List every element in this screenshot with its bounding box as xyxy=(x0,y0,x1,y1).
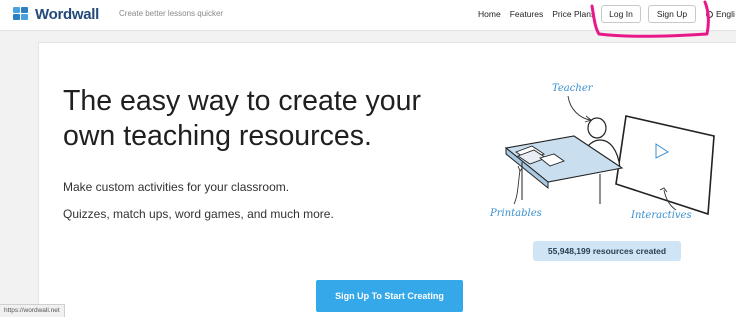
resources-created-badge: 55,948,199 resources created xyxy=(533,241,681,261)
logo-text: Wordwall xyxy=(35,6,99,23)
language-label: Engli xyxy=(716,9,735,19)
screen-icon xyxy=(615,115,715,216)
main-nav: Home Features Price Plans xyxy=(478,9,595,19)
signup-cta-button[interactable]: Sign Up To Start Creating xyxy=(316,280,463,312)
logo-icon xyxy=(13,7,31,22)
nav-home-link[interactable]: Home xyxy=(478,9,501,19)
printables-label: Printables xyxy=(489,208,542,219)
wordwall-logo[interactable]: Wordwall xyxy=(13,6,99,23)
status-bar-url: https://wordwall.net xyxy=(0,304,65,317)
hero-subtext-1: Make custom activities for your classroo… xyxy=(63,180,290,194)
teacher-label: Teacher xyxy=(552,83,594,94)
hero-illustration: Teacher Printables Interactives xyxy=(489,83,715,221)
tagline: Create better lessons quicker xyxy=(119,9,224,18)
nav-features-link[interactable]: Features xyxy=(510,9,544,19)
interactives-label: Interactives xyxy=(630,210,692,221)
hero-headline: The easy way to create your own teaching… xyxy=(63,85,422,152)
hero-subtext-2: Quizzes, match ups, word games, and much… xyxy=(63,207,334,221)
highlight-annotation xyxy=(590,0,710,38)
